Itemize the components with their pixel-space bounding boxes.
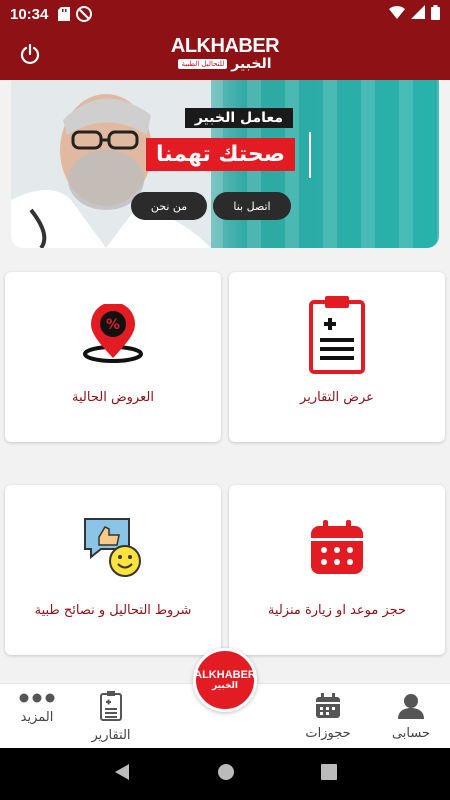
dnd-icon (76, 6, 93, 22)
promo-banner[interactable]: معامل الخبير صحتك تهمنا اتصل بنا من نحن (11, 80, 439, 248)
home-logo-ar: الخبير (212, 680, 238, 691)
feedback-icon (81, 507, 145, 587)
reports-card[interactable]: عرض التقارير (229, 272, 445, 442)
signal-icon (411, 5, 425, 23)
discount-pin-icon: % (82, 294, 144, 374)
nav-bookings-label: حجوزات (305, 725, 351, 741)
about-us-button[interactable]: من نحن (131, 192, 207, 220)
logo-tag: للتحاليل الطبية (178, 59, 228, 69)
logo-ar: الخبير (231, 56, 272, 72)
battery-icon (431, 4, 440, 24)
user-icon (398, 693, 424, 723)
booking-card[interactable]: حجز موعد او زيارة منزلية (229, 485, 445, 655)
wifi-icon (389, 5, 405, 23)
calendar-nav-icon (315, 692, 341, 723)
banner-title: معامل الخبير (184, 108, 293, 128)
calendar-icon (309, 507, 365, 587)
nav-account-label: حسابى (391, 725, 431, 741)
nav-account[interactable]: حسابى (378, 684, 444, 749)
banner-slogan: صحتك تهمنا (145, 138, 295, 171)
logo-en: ALKHABER (170, 35, 280, 57)
nav-more-label: المزيد (20, 710, 54, 725)
nav-bookings[interactable]: حجوزات (295, 684, 361, 749)
system-nav-bar (0, 748, 450, 800)
status-time: 10:34 (10, 5, 49, 23)
offers-card-label: العروض الحالية (72, 390, 154, 405)
home-logo-en: ALKHABER (194, 668, 256, 681)
sd-card-icon (58, 7, 71, 21)
clipboard-nav-icon (100, 690, 122, 725)
home-logo-button[interactable]: ALKHABER الخبير (193, 648, 257, 712)
status-bar: 10:34 (0, 0, 450, 28)
nav-more[interactable]: المزيد (4, 684, 70, 749)
booking-card-label: حجز موعد او زيارة منزلية (267, 603, 407, 618)
home-icon[interactable] (217, 763, 235, 785)
back-icon[interactable] (113, 763, 131, 785)
power-icon[interactable] (16, 40, 44, 68)
svg-text:%: % (106, 317, 120, 333)
tips-card-label: شروط التحاليل و نصائح طبية (34, 603, 192, 618)
contact-us-button[interactable]: اتصل بنا (213, 192, 291, 220)
nav-reports[interactable]: التقارير (78, 684, 144, 749)
recents-icon[interactable] (321, 764, 337, 784)
nav-reports-label: التقارير (91, 727, 131, 743)
app-header: ALKHABER للتحاليل الطبية الخبير (0, 28, 450, 80)
more-dots-icon (19, 692, 55, 707)
tips-card[interactable]: شروط التحاليل و نصائح طبية (5, 485, 221, 655)
reports-card-label: عرض التقارير (300, 390, 374, 405)
clipboard-icon (308, 294, 366, 374)
app-logo: ALKHABER للتحاليل الطبية الخبير (170, 35, 280, 72)
offers-card[interactable]: % العروض الحالية (5, 272, 221, 442)
